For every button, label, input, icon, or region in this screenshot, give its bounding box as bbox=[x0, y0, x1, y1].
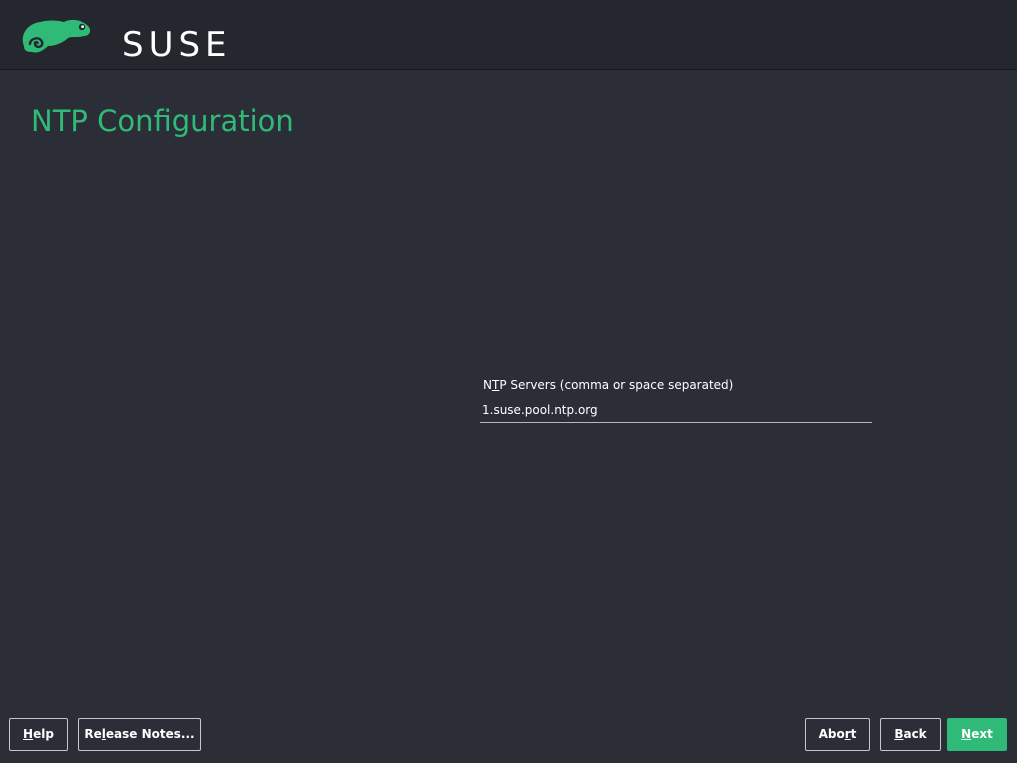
suse-logo: SUSE bbox=[20, 16, 227, 62]
help-button[interactable]: Help bbox=[9, 718, 68, 751]
chameleon-icon bbox=[22, 19, 91, 53]
back-button[interactable]: Back bbox=[880, 718, 941, 751]
next-button[interactable]: Next bbox=[947, 718, 1007, 751]
abort-button[interactable]: Abort bbox=[805, 718, 870, 751]
header-bar: SUSE bbox=[0, 0, 1017, 70]
ntp-servers-input[interactable] bbox=[480, 397, 872, 423]
page-title: NTP Configuration bbox=[31, 104, 294, 138]
release-notes-button[interactable]: Release Notes... bbox=[78, 718, 201, 751]
ntp-servers-label: NTP Servers (comma or space separated) bbox=[483, 378, 734, 392]
brand-wordmark: SUSE bbox=[122, 25, 232, 65]
ntp-servers-field: NTP Servers (comma or space separated) bbox=[480, 375, 872, 423]
